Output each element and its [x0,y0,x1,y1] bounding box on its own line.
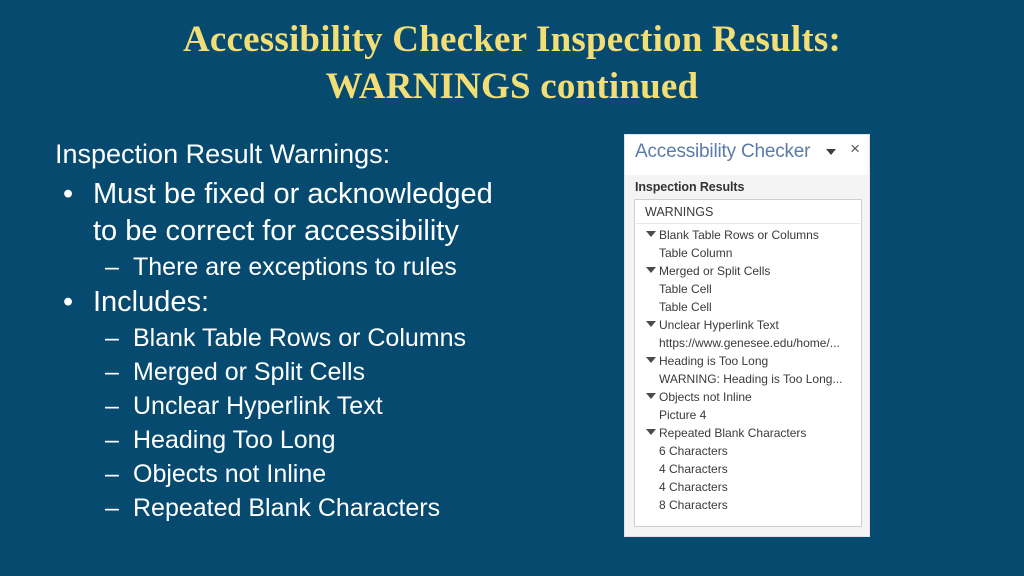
expand-triangle-icon[interactable] [646,429,656,435]
list-item[interactable]: Table Column [635,244,861,262]
list-item-label: Blank Table Rows or Columns [659,228,819,242]
list-item[interactable]: Merged or Split Cells [635,262,861,280]
panel-header: Accessibility Checker × [625,135,869,175]
page-title: Accessibility Checker Inspection Results… [62,16,962,110]
list-item[interactable]: Table Cell [635,280,861,298]
bullet-label-line-2: to be correct for accessibility [93,215,459,247]
bullet-item: • Must be fixed or acknowledged to be co… [55,176,600,250]
bullet-item: • Includes: [55,284,600,321]
list-item-label: 8 Characters [659,498,728,512]
sub-bullet-label: Repeated Blank Characters [133,494,441,522]
list-item[interactable]: Picture 4 [635,406,861,424]
bullet-label-line-1: Must be fixed or acknowledged [93,178,493,210]
expand-triangle-icon[interactable] [646,267,656,273]
sub-bullet-label: Objects not Inline [133,460,327,488]
sub-bullet-item: – There are exceptions to rules [55,250,600,284]
sub-bullet-item: – Heading Too Long [55,423,600,457]
list-item[interactable]: 4 Characters [635,460,861,478]
sub-bullet-dash-icon: – [105,426,119,454]
list-item-label: WARNING: Heading is Too Long... [659,372,843,386]
sub-bullet-dash-icon: – [105,324,119,352]
list-item[interactable]: 4 Characters [635,478,861,496]
list-item[interactable]: Heading is Too Long [635,352,861,370]
list-item-label: Merged or Split Cells [659,264,771,278]
list-item[interactable]: Objects not Inline [635,388,861,406]
slide-body: Inspection Result Warnings: • Must be fi… [55,136,600,525]
inspection-results-heading: Inspection Results [635,180,745,194]
sub-bullet-dash-icon: – [105,494,119,522]
sub-bullet-label: Blank Table Rows or Columns [133,324,467,352]
sub-bullet-label: Merged or Split Cells [133,358,366,386]
list-items: Blank Table Rows or Columns Table Column… [635,224,861,514]
list-item-label: 4 Characters [659,462,728,476]
expand-triangle-icon[interactable] [646,357,656,363]
sub-bullet-item: – Merged or Split Cells [55,355,600,389]
list-item-label: Picture 4 [659,408,707,422]
sub-bullet-dash-icon: – [105,253,119,281]
list-item[interactable]: Repeated Blank Characters [635,424,861,442]
list-item-label: Unclear Hyperlink Text [659,318,779,332]
list-item-label: Table Column [659,246,733,260]
sub-bullet-label: Heading Too Long [133,426,336,454]
list-item[interactable]: WARNING: Heading is Too Long... [635,370,861,388]
inspection-results-list[interactable]: WARNINGS Blank Table Rows or Columns Tab… [634,199,862,527]
sub-bullet-item: – Blank Table Rows or Columns [55,321,600,355]
sub-bullet-item: – Objects not Inline [55,457,600,491]
sub-bullet-dash-icon: – [105,460,119,488]
sub-bullet-dash-icon: – [105,358,119,386]
expand-triangle-icon[interactable] [646,231,656,237]
bullet-dot-icon: • [63,178,74,210]
list-item-label: Table Cell [659,282,712,296]
list-item-label: 4 Characters [659,480,728,494]
accessibility-checker-panel: Accessibility Checker × Inspection Resul… [624,134,870,537]
list-item[interactable]: Unclear Hyperlink Text [635,316,861,334]
sub-bullet-item: – Unclear Hyperlink Text [55,389,600,423]
close-icon[interactable]: × [850,140,860,157]
list-item[interactable]: 6 Characters [635,442,861,460]
page-title-line-1: Accessibility Checker Inspection Results… [182,19,842,60]
sub-bullet-label: Unclear Hyperlink Text [133,392,383,420]
list-item-label: Heading is Too Long [659,354,769,368]
expand-triangle-icon[interactable] [646,393,656,399]
list-item[interactable]: Table Cell [635,298,861,316]
sub-bullet-label: There are exceptions to rules [133,253,457,281]
list-section-header: WARNINGS [636,200,860,224]
list-item-label: https://www.genesee.edu/home/... [659,336,840,350]
list-item[interactable]: https://www.genesee.edu/home/... [635,334,861,352]
sub-bullet-item: – Repeated Blank Characters [55,491,600,525]
list-item[interactable]: 8 Characters [635,496,861,514]
sub-bullet-dash-icon: – [105,392,119,420]
bullet-label: Includes: [93,286,210,318]
expand-triangle-icon[interactable] [646,321,656,327]
chevron-down-icon[interactable] [826,149,836,155]
bullet-dot-icon: • [63,286,74,318]
list-item[interactable]: Blank Table Rows or Columns [635,226,861,244]
list-item-label: Table Cell [659,300,712,314]
bullet-label: Must be fixed or acknowledged to be corr… [93,176,600,250]
list-item-label: 6 Characters [659,444,728,458]
list-item-label: Repeated Blank Characters [659,426,807,440]
page-title-line-2: WARNINGS continued [325,66,699,107]
list-item-label: Objects not Inline [659,390,752,404]
panel-title: Accessibility Checker [635,141,811,162]
body-lead-text: Inspection Result Warnings: [55,139,391,169]
